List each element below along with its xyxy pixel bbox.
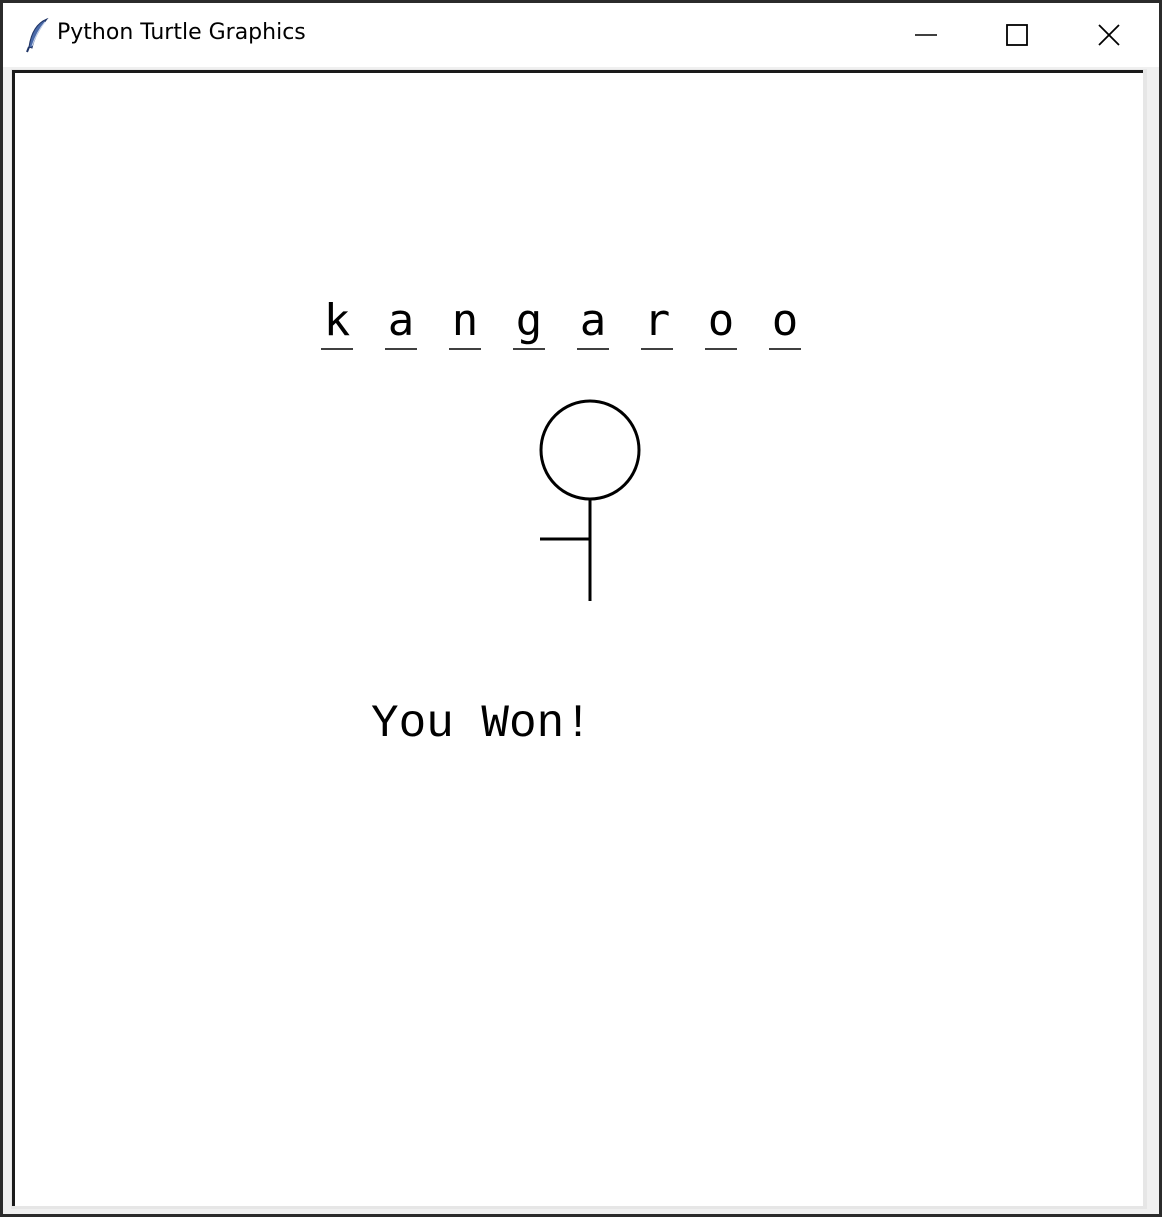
word-letter: o: [708, 295, 735, 346]
turtle-window: Python Turtle Graphics kangaroo You Won!: [0, 0, 1162, 1217]
word-letter: r: [644, 295, 671, 346]
hangman-head: [539, 399, 641, 501]
word-letter: g: [516, 295, 543, 346]
word-letter: a: [388, 295, 415, 346]
window-title: Python Turtle Graphics: [57, 20, 306, 45]
turtle-canvas[interactable]: kangaroo You Won!: [12, 70, 1143, 1206]
word-letter: o: [772, 295, 799, 346]
close-icon: [1098, 24, 1120, 46]
feather-icon: [23, 17, 53, 53]
word-letter: k: [324, 295, 351, 346]
maximize-button[interactable]: [969, 3, 1061, 67]
close-button[interactable]: [1061, 3, 1153, 67]
title-bar[interactable]: Python Turtle Graphics: [3, 3, 1159, 67]
word-display: kangaroo: [321, 295, 801, 350]
minimize-icon: [915, 34, 937, 36]
drawing-svg: kangaroo You Won!: [321, 295, 801, 750]
minimize-button[interactable]: [877, 3, 969, 67]
maximize-icon: [1006, 24, 1028, 46]
result-message: You Won!: [371, 698, 592, 750]
word-letter: a: [580, 295, 607, 346]
word-letter: n: [452, 295, 479, 346]
client-area: kangaroo You Won!: [11, 69, 1147, 1209]
